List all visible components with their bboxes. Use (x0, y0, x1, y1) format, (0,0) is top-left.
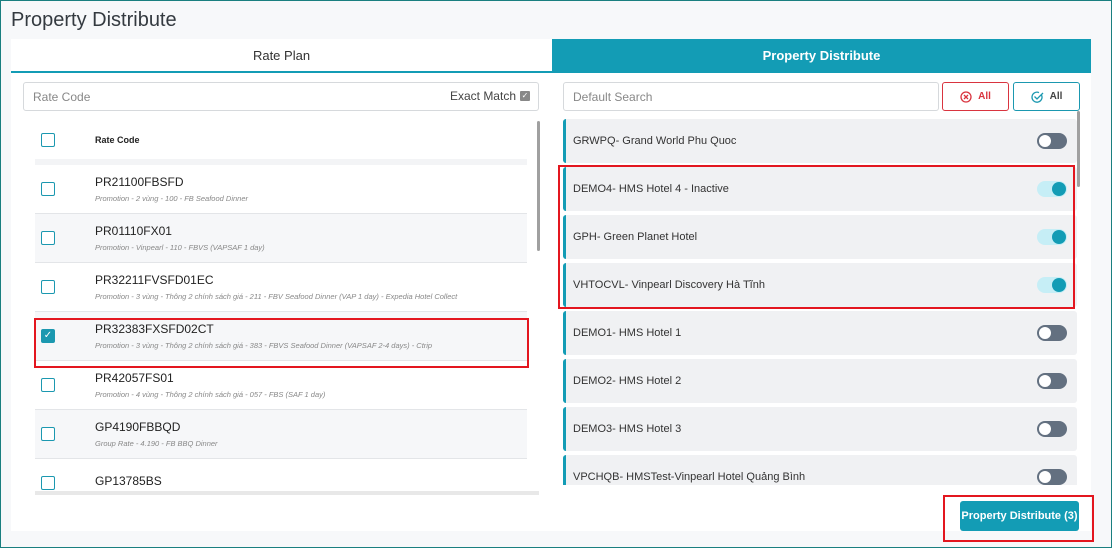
rate-description: Promotion - Vinpearl - 110 - FBVS (VAPSA… (95, 243, 265, 252)
exact-match-label: Exact Match (449, 89, 516, 103)
row-checkbox[interactable] (41, 378, 55, 392)
property-item: DEMO2- HMS Hotel 2 (563, 359, 1077, 403)
row-content: PR01110FX01 Promotion - Vinpearl - 110 -… (95, 224, 265, 252)
table-row[interactable]: GP4190FBBQD Group Rate - 4.190 - FB BBQ … (35, 410, 527, 459)
rate-code: GP4190FBBQD (95, 420, 181, 434)
row-content: GP13785BS (95, 474, 162, 493)
highlight-submit-button (943, 495, 1094, 542)
property-label: DEMO1- HMS Hotel 1 (573, 327, 682, 339)
table-row[interactable]: GP13785BS (35, 459, 527, 493)
tab-property-distribute[interactable]: Property Distribute (552, 39, 1091, 72)
exact-match-toggle[interactable]: Exact Match ✓ (450, 89, 530, 103)
row-checkbox[interactable] (41, 182, 55, 196)
rate-code: PR21100FBSFD (95, 175, 184, 189)
property-item: GRWPQ- Grand World Phu Quoc (563, 119, 1077, 163)
rate-list-hscrollbar[interactable] (35, 491, 539, 495)
row-content: GP4190FBBQD Group Rate - 4.190 - FB BBQ … (95, 420, 218, 448)
property-label: VPCHQB- HMSTest-Vinpearl Hotel Quảng Bìn… (573, 471, 806, 483)
property-toggle[interactable] (1037, 325, 1067, 341)
rate-code: PR32211FVSFD01EC (95, 273, 214, 287)
x-circle-icon (960, 90, 972, 103)
rate-code: PR01110FX01 (95, 224, 172, 238)
select-all-checkbox[interactable] (41, 133, 55, 147)
rate-code: GP13785BS (95, 473, 162, 488)
property-toggle[interactable] (1037, 133, 1067, 149)
rate-code: PR42057FS01 (95, 371, 174, 385)
highlight-selected-properties (558, 165, 1075, 309)
exact-match-checkbox[interactable]: ✓ (520, 91, 530, 101)
row-checkbox[interactable] (41, 231, 55, 245)
property-search-input[interactable]: Default Search (563, 82, 939, 111)
deselect-all-label: All (978, 91, 991, 102)
row-content: PR21100FBSFD Promotion - 2 vùng - 100 - … (95, 175, 248, 203)
property-label: DEMO2- HMS Hotel 2 (573, 375, 682, 387)
property-label: DEMO3- HMS Hotel 3 (573, 423, 682, 435)
rate-list-scrollbar[interactable] (537, 121, 540, 251)
row-checkbox[interactable] (41, 427, 55, 441)
property-item: DEMO3- HMS Hotel 3 (563, 407, 1077, 451)
table-row[interactable]: PR32211FVSFD01EC Promotion - 3 vùng - Th… (35, 263, 527, 312)
row-content: PR42057FS01 Promotion - 4 vùng - Thông 2… (95, 371, 325, 399)
rate-description: Group Rate - 4.190 - FB BBQ Dinner (95, 439, 218, 448)
row-checkbox[interactable] (41, 280, 55, 294)
check-circle-icon (1031, 91, 1044, 103)
property-toggle[interactable] (1037, 373, 1067, 389)
rate-description: Promotion - 2 vùng - 100 - FB Seafood Di… (95, 194, 248, 203)
tab-rate-plan[interactable]: Rate Plan (11, 39, 552, 72)
rate-code-list: Rate Code PR21100FBSFD Promotion - 2 vùn… (35, 121, 527, 493)
highlight-selected-rate (34, 318, 529, 368)
deselect-all-button[interactable]: All (942, 82, 1009, 111)
rate-description: Promotion - 4 vùng - Thông 2 chính sách … (95, 390, 326, 399)
table-row[interactable]: PR01110FX01 Promotion - Vinpearl - 110 -… (35, 214, 527, 263)
property-list-scrollbar[interactable] (1077, 111, 1080, 187)
property-label: GRWPQ- Grand World Phu Quoc (573, 135, 737, 147)
select-all-label: All (1049, 91, 1063, 102)
list-header: Rate Code (35, 121, 527, 165)
property-item: VPCHQB- HMSTest-Vinpearl Hotel Quảng Bìn… (563, 455, 1077, 485)
page-title: Property Distribute (11, 9, 177, 31)
table-row[interactable]: PR21100FBSFD Promotion - 2 vùng - 100 - … (35, 165, 527, 214)
property-toggle[interactable] (1037, 469, 1067, 485)
property-item: DEMO1- HMS Hotel 1 (563, 311, 1077, 355)
row-checkbox[interactable] (41, 476, 55, 490)
property-toggle[interactable] (1037, 421, 1067, 437)
row-content: PR32211FVSFD01EC Promotion - 3 vùng - Th… (95, 273, 457, 301)
rate-code-search-input[interactable]: Rate Code Exact Match ✓ (23, 82, 539, 111)
rate-code-placeholder: Rate Code (33, 89, 91, 104)
select-all-button[interactable]: All (1013, 82, 1080, 111)
table-row[interactable]: PR42057FS01 Promotion - 4 vùng - Thông 2… (35, 361, 527, 410)
tab-underline (11, 71, 1091, 73)
header-rate-code: Rate Code (95, 135, 140, 145)
rate-description: Promotion - 3 vùng - Thông 2 chính sách … (95, 292, 458, 301)
